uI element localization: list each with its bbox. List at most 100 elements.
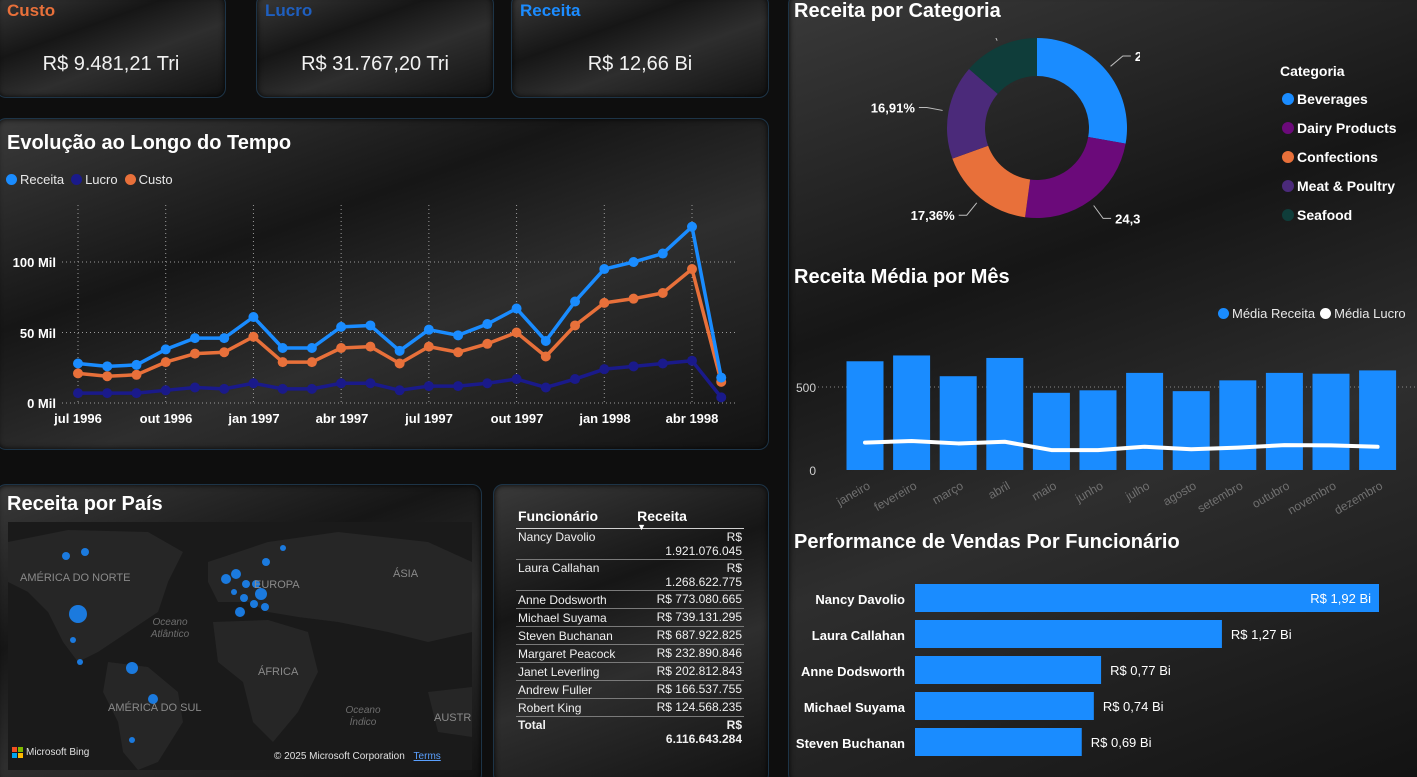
map-bubble[interactable] — [231, 569, 241, 579]
data-point-custo[interactable] — [102, 371, 113, 382]
data-point-lucro[interactable] — [540, 382, 551, 393]
kpi-lucro-card[interactable]: Lucro R$ 31.767,20 Tri — [256, 0, 494, 98]
data-point-custo[interactable] — [131, 369, 142, 380]
data-point-lucro[interactable] — [482, 378, 493, 389]
bar-media-receita[interactable] — [1032, 392, 1070, 470]
bar-media-receita[interactable] — [986, 357, 1024, 470]
data-point-receita[interactable] — [394, 345, 405, 356]
map-bubble[interactable] — [250, 600, 258, 608]
data-point-receita[interactable] — [160, 344, 171, 355]
data-point-custo[interactable] — [336, 343, 347, 354]
table-row[interactable]: Janet Leverling R$ 202.812.843 — [516, 662, 744, 681]
employee-table[interactable]: Funcionário Receita ▼ Nancy Davolio R$ 1.9… — [516, 505, 744, 747]
data-point-receita[interactable] — [540, 335, 551, 346]
legend-receita[interactable]: Receita — [20, 172, 64, 187]
data-point-receita[interactable] — [453, 330, 464, 341]
categoria-legend-item[interactable]: Dairy Products — [1282, 113, 1397, 142]
map-bubble[interactable] — [242, 580, 250, 588]
table-row[interactable]: Laura Callahan R$ 1.268.622.775 — [516, 559, 744, 591]
donut-slice[interactable] — [1025, 137, 1126, 218]
data-point-receita[interactable] — [657, 248, 668, 259]
data-point-lucro[interactable] — [423, 381, 434, 392]
map-bubble[interactable] — [126, 662, 138, 674]
data-point-lucro[interactable] — [511, 374, 522, 385]
table-row[interactable]: Robert King R$ 124.568.235 — [516, 698, 744, 717]
col-funcionario[interactable]: Funcionário — [516, 505, 638, 529]
data-point-lucro[interactable] — [277, 383, 288, 394]
table-row[interactable]: Andrew Fuller R$ 166.537.755 — [516, 680, 744, 699]
data-point-lucro[interactable] — [687, 355, 697, 366]
data-point-custo[interactable] — [628, 293, 639, 304]
data-point-receita[interactable] — [570, 296, 581, 307]
kpi-receita-card[interactable]: Receita R$ 12,66 Bi — [511, 0, 769, 98]
data-point-custo[interactable] — [453, 347, 464, 358]
donut-slice[interactable] — [952, 145, 1031, 218]
perf-bar[interactable] — [915, 620, 1222, 648]
data-point-lucro[interactable] — [219, 383, 230, 394]
data-point-lucro[interactable] — [365, 378, 376, 389]
donut-slice[interactable] — [1037, 38, 1127, 144]
data-point-receita[interactable] — [189, 333, 200, 344]
bar-media-receita[interactable] — [1219, 380, 1257, 470]
data-point-receita[interactable] — [599, 264, 610, 275]
bar-media-receita[interactable] — [1126, 372, 1164, 470]
categoria-legend-item[interactable]: Beverages — [1282, 84, 1397, 113]
table-row[interactable]: Anne Dodsworth R$ 773.080.665 — [516, 590, 744, 609]
performance-bar-chart[interactable]: Nancy Davolio R$ 1,92 Bi Laura Callahan R$ … — [790, 578, 1417, 768]
map-bubble[interactable] — [240, 594, 248, 602]
legend-media-receita[interactable]: Média Receita — [1232, 306, 1315, 321]
bar-media-receita[interactable] — [939, 376, 977, 470]
data-point-custo[interactable] — [248, 331, 259, 342]
perf-bar[interactable] — [915, 656, 1102, 684]
data-point-custo[interactable] — [657, 288, 668, 299]
data-point-custo[interactable] — [687, 264, 697, 275]
col-receita[interactable]: Receita ▼ — [637, 505, 744, 532]
data-point-receita[interactable] — [219, 333, 230, 344]
media-mes-bar-chart[interactable]: 500 0 janeiro fevereiro março abril maio junho j… — [790, 340, 1417, 525]
data-point-receita[interactable] — [336, 321, 347, 332]
table-row[interactable]: Steven Buchanan R$ 687.922.825 — [516, 626, 744, 645]
data-point-receita[interactable] — [131, 359, 142, 370]
data-point-lucro[interactable] — [628, 361, 639, 372]
map-bubble[interactable] — [261, 603, 269, 611]
data-point-receita[interactable] — [628, 257, 639, 267]
terms-link[interactable]: Terms — [414, 751, 441, 762]
categoria-legend-item[interactable]: Confections — [1282, 142, 1397, 171]
data-point-lucro[interactable] — [160, 385, 171, 396]
data-point-receita[interactable] — [102, 361, 113, 372]
data-point-custo[interactable] — [277, 357, 288, 368]
categoria-legend-item[interactable]: Meat & Poultry — [1282, 171, 1397, 200]
data-point-lucro[interactable] — [716, 392, 727, 403]
map-bubble[interactable] — [81, 548, 89, 556]
data-point-receita[interactable] — [365, 320, 376, 331]
bar-media-receita[interactable] — [1265, 372, 1303, 470]
bar-media-receita[interactable] — [893, 355, 931, 470]
data-point-receita[interactable] — [511, 303, 522, 314]
data-point-lucro[interactable] — [453, 381, 464, 392]
map-bubble[interactable] — [231, 589, 237, 595]
data-point-lucro[interactable] — [306, 383, 317, 394]
data-point-lucro[interactable] — [189, 382, 200, 393]
data-point-custo[interactable] — [306, 357, 317, 368]
data-point-custo[interactable] — [365, 341, 376, 352]
data-point-custo[interactable] — [599, 297, 610, 308]
categoria-donut-chart[interactable]: 27,79%24,33%17,36%16,91%13,62% — [840, 38, 1140, 238]
map-bubble[interactable] — [129, 737, 135, 743]
data-point-lucro[interactable] — [336, 378, 347, 389]
bar-media-receita[interactable] — [1172, 391, 1210, 470]
legend-custo[interactable]: Custo — [139, 172, 173, 187]
map-bubble[interactable] — [62, 552, 70, 560]
data-point-custo[interactable] — [423, 341, 434, 352]
data-point-receita[interactable] — [73, 358, 83, 369]
data-point-receita[interactable] — [423, 324, 434, 335]
data-point-receita[interactable] — [716, 372, 727, 383]
data-point-custo[interactable] — [482, 338, 493, 349]
data-point-custo[interactable] — [511, 327, 522, 338]
data-point-lucro[interactable] — [570, 374, 581, 385]
data-point-custo[interactable] — [160, 357, 171, 368]
map-bubble[interactable] — [77, 659, 83, 665]
data-point-lucro[interactable] — [657, 358, 668, 369]
data-point-lucro[interactable] — [73, 388, 83, 399]
table-row[interactable]: Margaret Peacock R$ 232.890.846 — [516, 644, 744, 663]
map-bubble[interactable] — [221, 574, 231, 584]
